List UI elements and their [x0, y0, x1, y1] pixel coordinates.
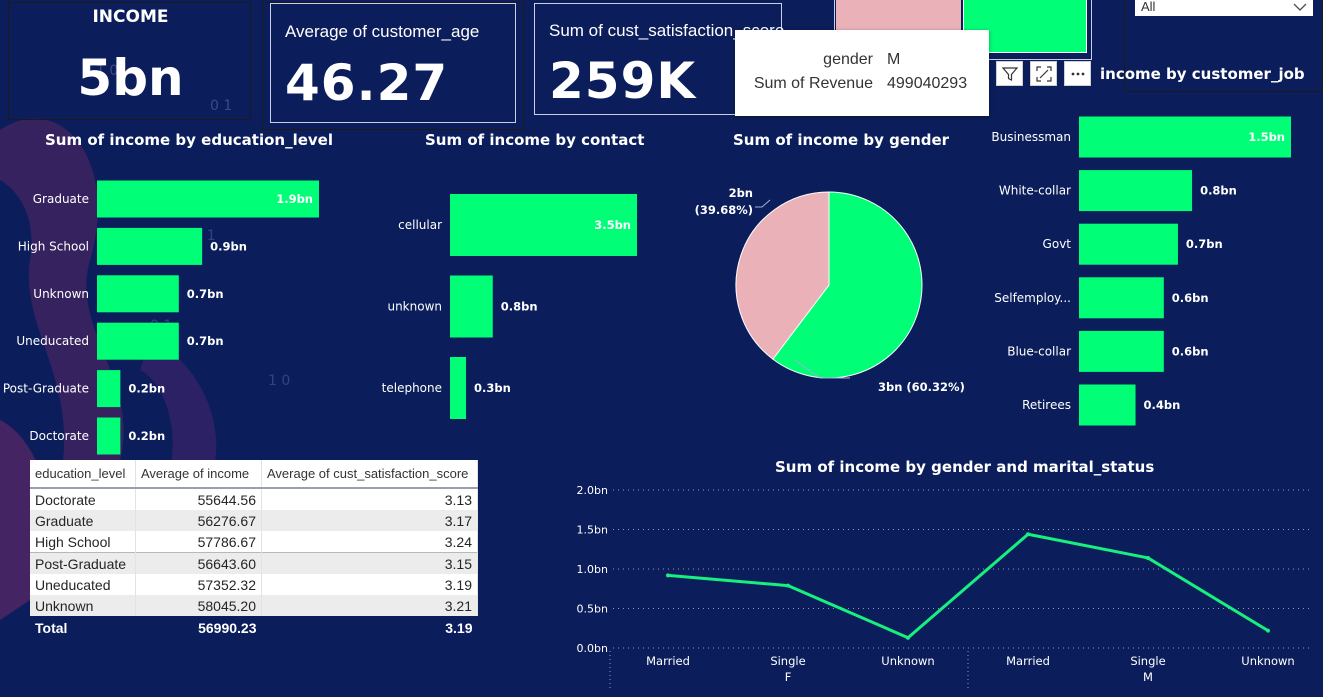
table-cell: Unknown	[30, 595, 136, 616]
pie-data-label-f-pct: (39.68%)	[695, 203, 753, 217]
line-x-group-label: F	[785, 670, 792, 684]
contact-category-label: cellular	[398, 218, 442, 232]
education-data-label: 0.2bn	[128, 429, 165, 443]
table-cell: High School	[30, 531, 136, 553]
job-data-label: 0.6bn	[1172, 291, 1209, 305]
line-x-tick-label: Unknown	[1241, 654, 1294, 668]
table-cell: 3.19	[261, 574, 478, 595]
line-x-group-label: M	[1143, 670, 1153, 684]
table-row[interactable]: Doctorate 55644.56 3.13	[30, 488, 478, 510]
line-point[interactable]	[906, 635, 910, 640]
table-row[interactable]: Unknown 58045.20 3.21	[30, 595, 478, 616]
line-x-tick-label: Married	[646, 654, 690, 668]
table-cell: 57352.32	[135, 574, 262, 595]
education-data-label: 0.9bn	[210, 239, 247, 253]
line-point[interactable]	[1026, 532, 1030, 537]
table-header-row: education_level Average of income Averag…	[30, 460, 478, 489]
table-cell: 3.17	[261, 510, 478, 531]
line-y-tick-label: 2.0bn	[577, 484, 608, 497]
table-row[interactable]: Uneducated 57352.32 3.19	[30, 574, 478, 595]
education-data-label: 1.9bn	[276, 192, 313, 206]
table-header-cell[interactable]: Average of cust_satisfaction_score	[261, 460, 478, 489]
education-category-label: Unknown	[33, 287, 89, 301]
table-cell: 58045.20	[135, 595, 262, 616]
table-header-cell[interactable]: education_level	[30, 460, 136, 489]
job-data-label: 0.8bn	[1200, 184, 1237, 198]
contact-bar[interactable]	[450, 357, 467, 419]
table-cell: Post-Graduate	[30, 552, 136, 574]
line-y-tick-label: 1.5bn	[577, 524, 608, 537]
table-total-cell: Total	[30, 616, 136, 640]
job-data-label: 0.4bn	[1144, 398, 1181, 412]
education-category-label: Doctorate	[29, 429, 89, 443]
job-bar[interactable]	[1079, 170, 1193, 212]
contact-data-label: 0.8bn	[501, 300, 538, 314]
education-bar[interactable]	[97, 275, 179, 313]
education-category-label: Post-Graduate	[3, 382, 89, 396]
job-bar[interactable]	[1079, 277, 1164, 319]
contact-category-label: telephone	[382, 381, 442, 395]
table-row[interactable]: Post-Graduate 56643.60 3.15	[30, 552, 478, 574]
job-category-label: White-collar	[999, 184, 1071, 198]
job-category-label: Blue-collar	[1007, 344, 1071, 358]
education-bar[interactable]	[97, 322, 179, 360]
education-category-label: Uneducated	[16, 334, 89, 348]
line-x-tick-label: Single	[770, 654, 805, 668]
education-data-label: 0.2bn	[128, 382, 165, 396]
table-cell: Doctorate	[30, 488, 136, 510]
education-category-label: Graduate	[33, 192, 89, 206]
education-table[interactable]: education_level Average of income Averag…	[30, 460, 478, 640]
table-total-row: Total 56990.23 3.19	[30, 616, 478, 640]
job-data-label: 0.7bn	[1186, 237, 1223, 251]
table-row[interactable]: Graduate 56276.67 3.17	[30, 510, 478, 531]
education-category-label: High School	[18, 239, 89, 253]
line-point[interactable]	[1266, 628, 1270, 633]
pie-data-label-m: 3bn (60.32%)	[878, 380, 965, 394]
pie-leader-line-f[interactable]	[755, 199, 771, 208]
table-cell: 3.13	[261, 488, 478, 510]
pie-data-label-f-value: 2bn	[729, 186, 753, 200]
contact-category-label: unknown	[387, 300, 442, 314]
line-x-tick-label: Unknown	[881, 654, 934, 668]
line-x-tick-label: Single	[1130, 654, 1165, 668]
line-y-tick-label: 1.0bn	[577, 563, 608, 576]
job-data-label: 1.5bn	[1248, 130, 1285, 144]
table-total-cell: 56990.23	[135, 616, 262, 640]
job-bar[interactable]	[1079, 330, 1164, 372]
table-cell: 3.21	[261, 595, 478, 616]
job-category-label: Selfemploy...	[994, 291, 1071, 305]
education-bar[interactable]	[97, 227, 203, 265]
table-cell: Graduate	[30, 510, 136, 531]
table-cell: 3.24	[261, 531, 478, 553]
line-point[interactable]	[666, 573, 670, 578]
line-series[interactable]	[667, 532, 1269, 640]
job-data-label: 0.6bn	[1172, 344, 1209, 358]
education-bar[interactable]	[97, 417, 121, 455]
job-category-label: Govt	[1043, 237, 1072, 251]
table-header-cell[interactable]: Average of income	[135, 460, 262, 489]
line-y-tick-label: 0.5bn	[577, 603, 608, 616]
contact-data-label: 3.5bn	[594, 218, 631, 232]
table-total-cell: 3.19	[261, 616, 478, 640]
job-category-label: Businessman	[991, 130, 1071, 144]
contact-data-label: 0.3bn	[474, 381, 511, 395]
table-cell: 56276.67	[135, 510, 262, 531]
line-point[interactable]	[786, 583, 790, 588]
table-cell: 55644.56	[135, 488, 262, 510]
job-bar[interactable]	[1079, 223, 1178, 265]
line-point[interactable]	[1146, 555, 1150, 560]
education-bar[interactable]	[97, 370, 121, 408]
contact-bar[interactable]	[450, 275, 493, 338]
table-cell: Uneducated	[30, 574, 136, 595]
table-row[interactable]: High School 57786.67 3.24	[30, 531, 478, 553]
table-cell: 56643.60	[135, 552, 262, 574]
line-y-tick-label: 0.0bn	[577, 642, 608, 655]
table-cell: 3.15	[261, 552, 478, 574]
job-bar[interactable]	[1079, 384, 1136, 426]
education-data-label: 0.7bn	[187, 334, 224, 348]
education-data-label: 0.7bn	[187, 287, 224, 301]
line-x-tick-label: Married	[1006, 654, 1050, 668]
table-cell: 57786.67	[135, 531, 262, 553]
job-category-label: Retirees	[1022, 398, 1071, 412]
